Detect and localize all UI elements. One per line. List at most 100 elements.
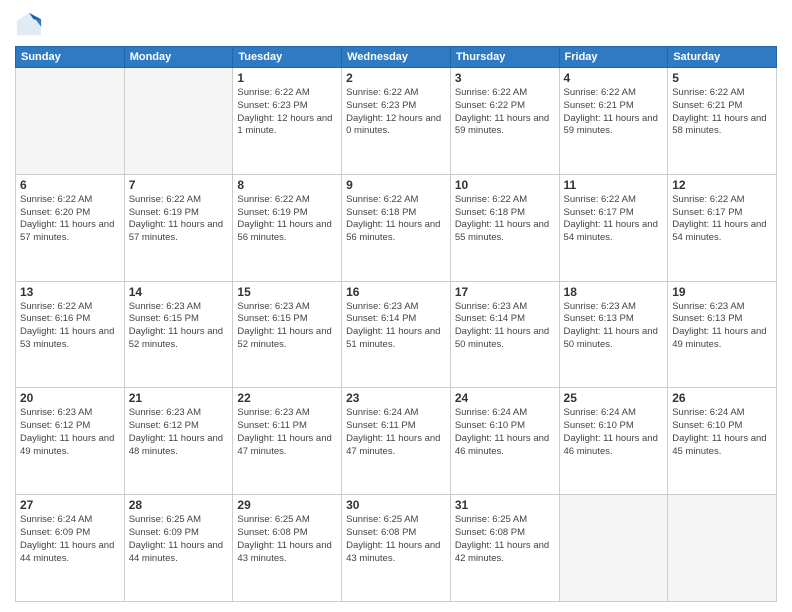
day-info: Sunrise: 6:22 AMSunset: 6:21 PMDaylight:… <box>672 87 772 138</box>
day-info: Sunrise: 6:22 AMSunset: 6:23 PMDaylight:… <box>237 87 337 138</box>
day-number: 26 <box>672 391 772 405</box>
day-info: Sunrise: 6:22 AMSunset: 6:17 PMDaylight:… <box>564 194 664 245</box>
day-number: 22 <box>237 391 337 405</box>
calendar-header: SundayMondayTuesdayWednesdayThursdayFrid… <box>16 47 777 68</box>
calendar-cell: 11 Sunrise: 6:22 AMSunset: 6:17 PMDayligh… <box>559 174 668 281</box>
day-info: Sunrise: 6:24 AMSunset: 6:09 PMDaylight:… <box>20 514 120 565</box>
weekday-header: Tuesday <box>233 47 342 68</box>
day-info: Sunrise: 6:22 AMSunset: 6:18 PMDaylight:… <box>346 194 446 245</box>
calendar-cell: 17 Sunrise: 6:23 AMSunset: 6:14 PMDayligh… <box>450 281 559 388</box>
calendar-cell: 4 Sunrise: 6:22 AMSunset: 6:21 PMDaylight… <box>559 68 668 175</box>
calendar-cell: 19 Sunrise: 6:23 AMSunset: 6:13 PMDayligh… <box>668 281 777 388</box>
calendar-week-row: 1 Sunrise: 6:22 AMSunset: 6:23 PMDaylight… <box>16 68 777 175</box>
day-number: 13 <box>20 285 120 299</box>
day-info: Sunrise: 6:22 AMSunset: 6:19 PMDaylight:… <box>129 194 229 245</box>
weekday-header: Friday <box>559 47 668 68</box>
day-number: 21 <box>129 391 229 405</box>
calendar-cell: 5 Sunrise: 6:22 AMSunset: 6:21 PMDaylight… <box>668 68 777 175</box>
day-number: 5 <box>672 71 772 85</box>
page: SundayMondayTuesdayWednesdayThursdayFrid… <box>0 0 792 612</box>
calendar-cell: 30 Sunrise: 6:25 AMSunset: 6:08 PMDayligh… <box>342 495 451 602</box>
weekday-row: SundayMondayTuesdayWednesdayThursdayFrid… <box>16 47 777 68</box>
day-info: Sunrise: 6:23 AMSunset: 6:13 PMDaylight:… <box>564 301 664 352</box>
calendar-cell <box>668 495 777 602</box>
weekday-header: Wednesday <box>342 47 451 68</box>
calendar-cell <box>124 68 233 175</box>
header <box>15 10 777 38</box>
calendar-cell: 27 Sunrise: 6:24 AMSunset: 6:09 PMDayligh… <box>16 495 125 602</box>
calendar-cell: 9 Sunrise: 6:22 AMSunset: 6:18 PMDaylight… <box>342 174 451 281</box>
day-number: 8 <box>237 178 337 192</box>
calendar-cell: 13 Sunrise: 6:22 AMSunset: 6:16 PMDayligh… <box>16 281 125 388</box>
weekday-header: Saturday <box>668 47 777 68</box>
day-info: Sunrise: 6:23 AMSunset: 6:14 PMDaylight:… <box>455 301 555 352</box>
day-number: 9 <box>346 178 446 192</box>
calendar-cell <box>16 68 125 175</box>
day-number: 28 <box>129 498 229 512</box>
weekday-header: Sunday <box>16 47 125 68</box>
calendar-week-row: 6 Sunrise: 6:22 AMSunset: 6:20 PMDaylight… <box>16 174 777 281</box>
day-number: 6 <box>20 178 120 192</box>
calendar-cell: 10Sunrise: 6:22 AMSunset: 6:18 PMDayligh… <box>450 174 559 281</box>
calendar-cell: 2Sunrise: 6:22 AMSunset: 6:23 PMDaylight… <box>342 68 451 175</box>
day-number: 29 <box>237 498 337 512</box>
calendar-cell: 12Sunrise: 6:22 AMSunset: 6:17 PMDayligh… <box>668 174 777 281</box>
calendar-week-row: 27 Sunrise: 6:24 AMSunset: 6:09 PMDayligh… <box>16 495 777 602</box>
day-number: 19 <box>672 285 772 299</box>
day-number: 11 <box>564 178 664 192</box>
calendar: SundayMondayTuesdayWednesdayThursdayFrid… <box>15 46 777 602</box>
day-number: 27 <box>20 498 120 512</box>
calendar-week-row: 20 Sunrise: 6:23 AMSunset: 6:12 PMDayligh… <box>16 388 777 495</box>
day-info: Sunrise: 6:23 AMSunset: 6:15 PMDaylight:… <box>129 301 229 352</box>
day-info: Sunrise: 6:22 AMSunset: 6:19 PMDaylight:… <box>237 194 337 245</box>
day-info: Sunrise: 6:25 AMSunset: 6:08 PMDaylight:… <box>346 514 446 565</box>
calendar-body: 1 Sunrise: 6:22 AMSunset: 6:23 PMDaylight… <box>16 68 777 602</box>
calendar-cell: 14 Sunrise: 6:23 AMSunset: 6:15 PMDayligh… <box>124 281 233 388</box>
day-number: 1 <box>237 71 337 85</box>
calendar-week-row: 13 Sunrise: 6:22 AMSunset: 6:16 PMDayligh… <box>16 281 777 388</box>
day-number: 20 <box>20 391 120 405</box>
day-number: 24 <box>455 391 555 405</box>
calendar-cell: 24Sunrise: 6:24 AMSunset: 6:10 PMDayligh… <box>450 388 559 495</box>
day-info: Sunrise: 6:25 AMSunset: 6:08 PMDaylight:… <box>455 514 555 565</box>
day-number: 10 <box>455 178 555 192</box>
day-info: Sunrise: 6:23 AMSunset: 6:15 PMDaylight:… <box>237 301 337 352</box>
day-info: Sunrise: 6:23 AMSunset: 6:12 PMDaylight:… <box>129 407 229 458</box>
day-number: 25 <box>564 391 664 405</box>
day-number: 14 <box>129 285 229 299</box>
day-number: 12 <box>672 178 772 192</box>
calendar-cell: 29 Sunrise: 6:25 AMSunset: 6:08 PMDayligh… <box>233 495 342 602</box>
day-info: Sunrise: 6:22 AMSunset: 6:16 PMDaylight:… <box>20 301 120 352</box>
day-number: 15 <box>237 285 337 299</box>
day-info: Sunrise: 6:25 AMSunset: 6:08 PMDaylight:… <box>237 514 337 565</box>
calendar-cell: 20 Sunrise: 6:23 AMSunset: 6:12 PMDayligh… <box>16 388 125 495</box>
calendar-cell: 25 Sunrise: 6:24 AMSunset: 6:10 PMDayligh… <box>559 388 668 495</box>
day-number: 3 <box>455 71 555 85</box>
day-number: 18 <box>564 285 664 299</box>
day-info: Sunrise: 6:24 AMSunset: 6:11 PMDaylight:… <box>346 407 446 458</box>
day-info: Sunrise: 6:23 AMSunset: 6:13 PMDaylight:… <box>672 301 772 352</box>
calendar-cell: 6 Sunrise: 6:22 AMSunset: 6:20 PMDaylight… <box>16 174 125 281</box>
day-info: Sunrise: 6:22 AMSunset: 6:22 PMDaylight:… <box>455 87 555 138</box>
day-number: 16 <box>346 285 446 299</box>
day-info: Sunrise: 6:25 AMSunset: 6:09 PMDaylight:… <box>129 514 229 565</box>
day-info: Sunrise: 6:22 AMSunset: 6:23 PMDaylight:… <box>346 87 446 138</box>
calendar-cell <box>559 495 668 602</box>
day-number: 23 <box>346 391 446 405</box>
day-info: Sunrise: 6:24 AMSunset: 6:10 PMDaylight:… <box>564 407 664 458</box>
day-number: 7 <box>129 178 229 192</box>
calendar-cell: 23 Sunrise: 6:24 AMSunset: 6:11 PMDayligh… <box>342 388 451 495</box>
day-info: Sunrise: 6:23 AMSunset: 6:11 PMDaylight:… <box>237 407 337 458</box>
day-number: 30 <box>346 498 446 512</box>
weekday-header: Monday <box>124 47 233 68</box>
calendar-cell: 18 Sunrise: 6:23 AMSunset: 6:13 PMDayligh… <box>559 281 668 388</box>
calendar-cell: 15 Sunrise: 6:23 AMSunset: 6:15 PMDayligh… <box>233 281 342 388</box>
logo-icon <box>15 10 43 38</box>
day-info: Sunrise: 6:22 AMSunset: 6:20 PMDaylight:… <box>20 194 120 245</box>
day-info: Sunrise: 6:23 AMSunset: 6:12 PMDaylight:… <box>20 407 120 458</box>
calendar-cell: 8 Sunrise: 6:22 AMSunset: 6:19 PMDaylight… <box>233 174 342 281</box>
day-info: Sunrise: 6:22 AMSunset: 6:21 PMDaylight:… <box>564 87 664 138</box>
calendar-cell: 1 Sunrise: 6:22 AMSunset: 6:23 PMDaylight… <box>233 68 342 175</box>
day-number: 17 <box>455 285 555 299</box>
day-number: 4 <box>564 71 664 85</box>
